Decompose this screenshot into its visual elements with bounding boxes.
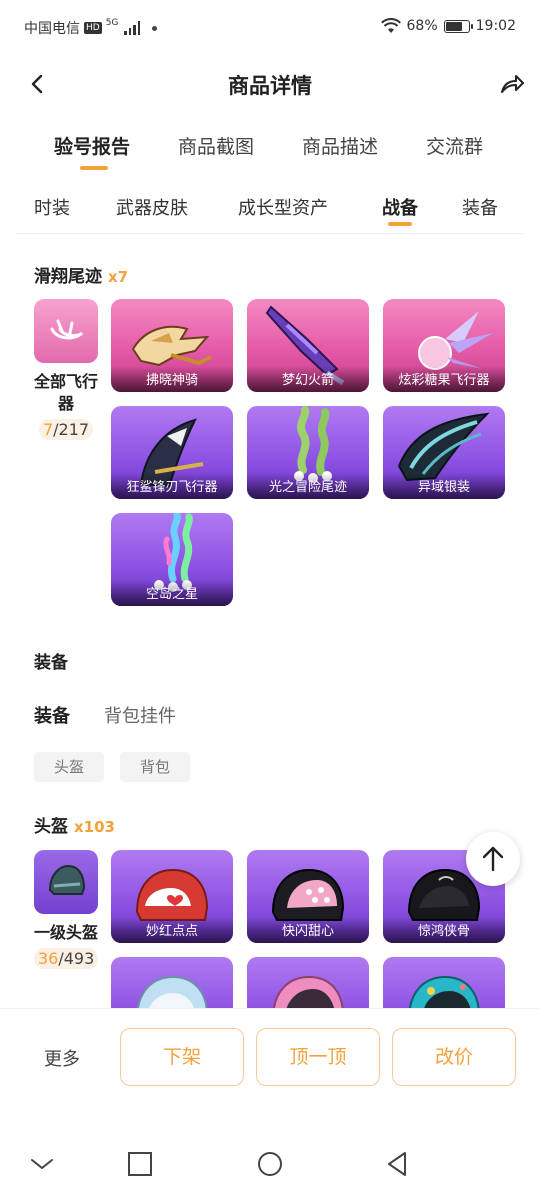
item-label: 拂晓神骑 [111,366,233,392]
item-label: 狂鲨锋刃飞行器 [111,473,233,499]
collapse-icon[interactable] [28,1150,56,1178]
helmet-heading: 头盔 x103 [34,812,115,837]
item-label: 妙红点点 [111,917,233,943]
share-icon[interactable] [498,70,526,98]
bump-button[interactable]: 顶一顶 [256,1028,380,1086]
recent-apps-icon[interactable] [126,1150,154,1178]
status-right: 68% 19:02 [380,18,516,34]
helmet-total-count: /493 [58,949,95,968]
level1-helmet-label: 一级头盔 [34,923,99,942]
helmet-title: 头盔 [34,817,68,837]
carrier-label: 中国电信 [24,21,80,37]
back-nav-icon[interactable] [384,1150,412,1178]
pink-star-helmet-icon [273,975,344,1008]
hd-badge: HD [84,22,102,34]
content-sheet: 时装 武器皮肤 成长型资产 战备 装备 滑翔尾迹 x7 全部飞行器 7/217 [16,178,524,1008]
network-type: 5G [105,18,119,28]
chip-helmet[interactable]: 头盔 [34,752,105,782]
status-bar: 中国电信 HD 5G 68% 19:02 [0,0,540,56]
subtab-outfits[interactable]: 时装 [34,194,70,220]
battery-icon [443,19,473,33]
tab-description[interactable]: 商品描述 [302,132,378,159]
helmet-item-red-dots[interactable]: 妙红点点 [111,850,233,943]
change-price-button[interactable]: 改价 [392,1028,516,1086]
home-icon[interactable] [256,1150,284,1178]
level1-helmet-card[interactable]: 一级头盔 36/493 [34,850,99,969]
all-aircraft-count: 7/217 [38,419,94,440]
clock: 19:02 [475,18,516,34]
aircraft-category-icon [34,299,98,363]
filter-tab-backpack-pendant[interactable]: 背包挂件 [104,702,176,728]
top-header: 商品详情 [0,56,540,112]
active-tab-indicator [80,166,108,170]
helmet-count: x103 [74,818,115,836]
glide-item-light-adventure[interactable]: 光之冒险尾迹 [247,406,369,499]
glide-item-shark-blade[interactable]: 狂鲨锋刃飞行器 [111,406,233,499]
subtab-growth-assets[interactable]: 成长型资产 [238,194,328,220]
glide-trail-count: x7 [108,268,129,286]
helmet-item-4[interactable] [111,957,233,1008]
item-label: 惊鸿侠骨 [383,917,505,943]
level1-helmet-count: 36/493 [34,948,99,969]
filter-tab-equipment[interactable]: 装备 [34,702,70,728]
category-tabs: 时装 武器皮肤 成长型资产 战备 装备 [16,188,524,234]
teal-sticker-helmet-icon [409,975,480,1008]
page-title: 商品详情 [228,74,312,98]
equipment-heading: 装备 [34,653,68,673]
subtab-indicator [388,222,412,226]
glide-item-dawn-rider[interactable]: 拂晓神骑 [111,299,233,392]
helmet-item-flash-sweet[interactable]: 快闪甜心 [247,850,369,943]
wifi-icon [380,18,401,33]
arrow-up-icon [482,846,504,872]
main-tabs: 验号报告 商品截图 商品描述 交流群 [0,124,540,176]
delist-button[interactable]: 下架 [120,1028,244,1086]
more-button[interactable]: 更多 [44,1045,80,1071]
product-detail-page: 中国电信 HD 5G 68% 19:02 商品详情 验号报告 商品截图 商品描述… [0,0,540,1200]
light-blue-helmet-icon [137,975,208,1008]
subtab-equipment[interactable]: 装备 [462,194,498,220]
notification-dot-icon [152,25,158,31]
item-label: 炫彩糖果飞行器 [383,366,505,392]
bottom-action-bar: 更多 下架 顶一顶 改价 [0,1008,540,1108]
battery-percent: 68% [406,18,438,34]
item-label: 快闪甜心 [247,917,369,943]
all-aircraft-label: 全部飞行器 [34,372,99,413]
subtab-weapon-skins[interactable]: 武器皮肤 [116,194,188,220]
glide-item-sky-island-star[interactable]: 空岛之星 [111,513,233,606]
glide-trail-title: 滑翔尾迹 [34,267,102,287]
glide-item-exotic-silver[interactable]: 异域银装 [383,406,505,499]
battery-fill [445,21,462,31]
glide-trail-heading: 滑翔尾迹 x7 [34,262,128,287]
scroll-to-top-button[interactable] [466,832,520,886]
glide-item-candy-glider[interactable]: 炫彩糖果飞行器 [383,299,505,392]
system-nav-bar [0,1108,540,1200]
glide-item-dream-rocket[interactable]: 梦幻火箭 [247,299,369,392]
item-label: 梦幻火箭 [247,366,369,392]
tab-inspection-report[interactable]: 验号报告 [54,132,130,159]
item-label: 空岛之星 [111,580,233,606]
tab-screenshots[interactable]: 商品截图 [178,132,254,159]
status-left: 中国电信 HD 5G [24,18,158,38]
helmet-item-5[interactable] [247,957,369,1008]
helmet-category-icon [34,850,98,914]
all-aircraft-card[interactable]: 全部飞行器 7/217 [34,299,98,440]
helmet-owned-count: 36 [38,949,59,968]
subtab-battle-gear[interactable]: 战备 [382,194,418,220]
aircraft-owned-count: 7 [42,420,54,439]
signal-icon [124,21,141,35]
chip-backpack[interactable]: 背包 [120,752,191,782]
item-label: 光之冒险尾迹 [247,473,369,499]
item-label: 异域银装 [383,473,505,499]
aircraft-total-count: /217 [53,420,90,439]
tab-chat-group[interactable]: 交流群 [426,132,483,159]
helmet-item-6[interactable] [383,957,505,1008]
